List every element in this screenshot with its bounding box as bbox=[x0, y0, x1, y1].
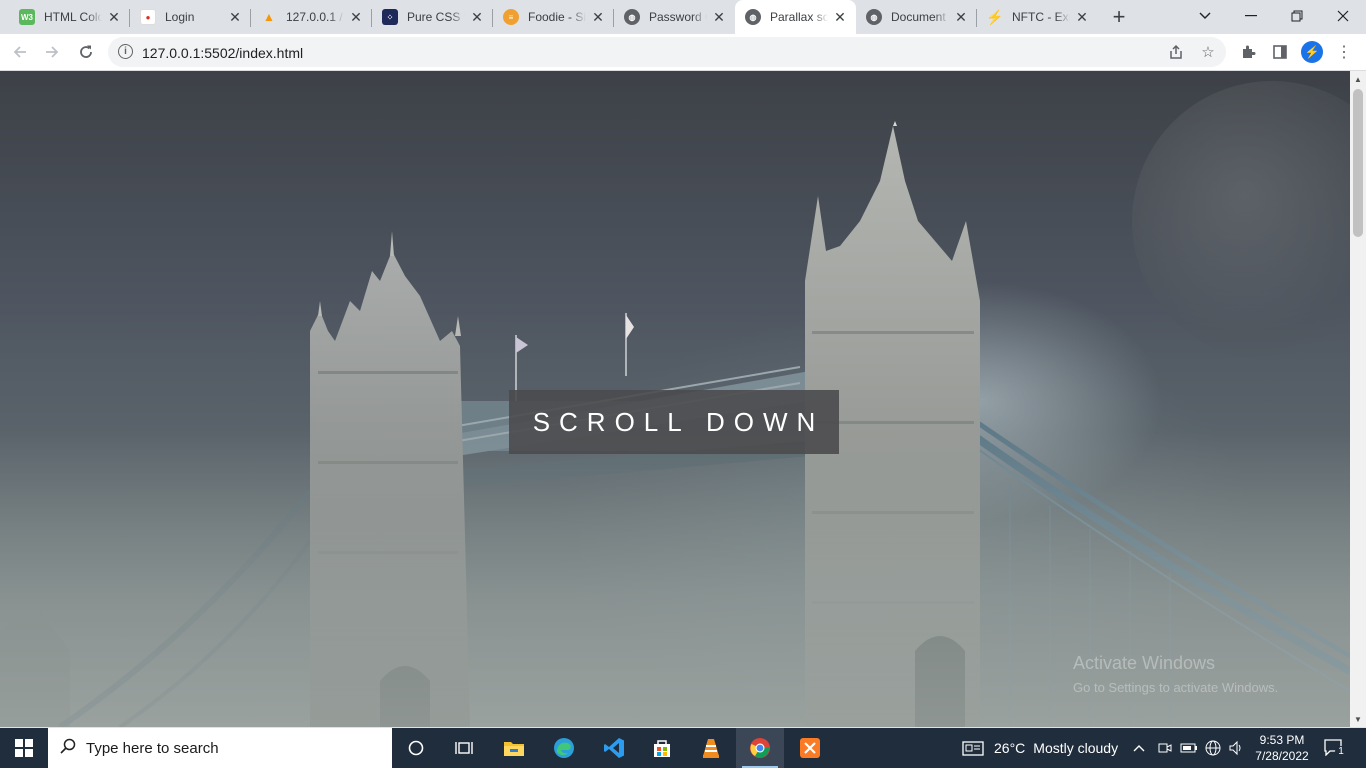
w3-icon: W3 bbox=[19, 9, 35, 25]
browser-toolbar: i 127.0.0.1:5502/index.html ☆ ⚡ ⋮ bbox=[0, 34, 1366, 71]
battery-icon[interactable] bbox=[1180, 728, 1198, 768]
tab-login[interactable]: ● Login ✕ bbox=[130, 0, 251, 34]
close-icon[interactable]: ✕ bbox=[953, 9, 969, 25]
phpmyadmin-icon: ▲ bbox=[263, 10, 275, 24]
edge-icon[interactable] bbox=[540, 728, 588, 768]
page-scrollbar[interactable]: ▲ ▼ bbox=[1350, 71, 1366, 727]
windows-start-icon[interactable] bbox=[0, 728, 48, 768]
taskbar-search-input[interactable]: Type here to search bbox=[48, 728, 392, 768]
close-icon[interactable]: ✕ bbox=[348, 9, 364, 25]
globe-icon: ◍ bbox=[866, 9, 882, 25]
site-info-icon[interactable]: i bbox=[118, 44, 133, 59]
back-icon[interactable] bbox=[6, 38, 34, 66]
close-icon[interactable]: ✕ bbox=[1074, 9, 1090, 25]
tab-label: Document bbox=[891, 10, 946, 24]
tab-label: Pure CSS footer bbox=[407, 10, 465, 24]
forward-icon[interactable] bbox=[38, 38, 66, 66]
close-icon[interactable]: ✕ bbox=[227, 9, 243, 25]
xampp-icon[interactable] bbox=[786, 728, 834, 768]
meet-now-icon[interactable] bbox=[1158, 728, 1172, 768]
globe-icon: ◍ bbox=[624, 9, 640, 25]
store-icon[interactable] bbox=[638, 728, 686, 768]
scroll-down-arrow-icon[interactable]: ▼ bbox=[1350, 711, 1366, 727]
notification-count: 1 bbox=[1335, 746, 1347, 758]
tab-label: Foodie - Sign In bbox=[528, 10, 586, 24]
tab-foodie[interactable]: ≡ Foodie - Sign In ✕ bbox=[493, 0, 614, 34]
bookmark-star-icon[interactable]: ☆ bbox=[1198, 42, 1218, 62]
vlc-icon[interactable] bbox=[687, 728, 735, 768]
network-globe-icon[interactable] bbox=[1205, 728, 1221, 768]
search-placeholder: Type here to search bbox=[86, 739, 219, 757]
file-explorer-icon[interactable] bbox=[490, 728, 538, 768]
page-viewport: SCROLL DOWN Activate Windows Go to Setti… bbox=[0, 71, 1350, 727]
tab-label: Parallax scrolling bbox=[770, 10, 828, 24]
new-tab-button[interactable]: + bbox=[1106, 4, 1132, 29]
tab-pure-css[interactable]: ⁘ Pure CSS footer ✕ bbox=[372, 0, 493, 34]
tab-document[interactable]: ◍ Document ✕ bbox=[856, 0, 977, 34]
weather-text: Mostly cloudy bbox=[1033, 740, 1119, 756]
cortana-icon[interactable] bbox=[392, 728, 440, 768]
close-window-icon[interactable] bbox=[1320, 0, 1366, 32]
banner-text: SCROLL DOWN bbox=[532, 406, 825, 437]
share-icon[interactable] bbox=[1166, 42, 1186, 62]
news-icon bbox=[962, 741, 984, 756]
profile-avatar[interactable]: ⚡ bbox=[1301, 41, 1323, 63]
task-view-icon[interactable] bbox=[440, 728, 488, 768]
tab-label: Login bbox=[165, 10, 195, 24]
close-icon[interactable]: ✕ bbox=[590, 9, 606, 25]
pin-icon: ● bbox=[140, 9, 156, 25]
close-icon[interactable]: ✕ bbox=[106, 9, 122, 25]
tab-label: NFTC - Explore bbox=[1012, 10, 1070, 24]
scroll-up-arrow-icon[interactable]: ▲ bbox=[1350, 71, 1366, 87]
activate-windows-watermark: Activate Windows Go to Settings to activ… bbox=[1073, 653, 1278, 695]
extensions-icon[interactable] bbox=[1237, 41, 1259, 63]
tab-nftc[interactable]: ⚡ NFTC - Explore ✕ bbox=[977, 0, 1098, 34]
tab-parallax[interactable]: ◍ Parallax scrolling ✕ bbox=[735, 0, 856, 34]
codepen-icon: ⁘ bbox=[382, 9, 398, 25]
windows-taskbar: Type here to search 26°C Mostly cloudy 9… bbox=[0, 728, 1366, 768]
notifications-icon[interactable]: 1 bbox=[1324, 738, 1347, 758]
tab-search-icon[interactable] bbox=[1182, 0, 1228, 32]
weather-widget[interactable]: 26°C Mostly cloudy bbox=[962, 728, 1118, 768]
minimize-icon[interactable] bbox=[1228, 0, 1274, 32]
vscode-icon[interactable] bbox=[590, 728, 638, 768]
chrome-icon[interactable] bbox=[736, 728, 784, 768]
close-icon[interactable]: ✕ bbox=[711, 9, 727, 25]
tab-label: 127.0.0.1 / localhost bbox=[286, 10, 344, 24]
url-text[interactable]: 127.0.0.1:5502/index.html bbox=[142, 45, 303, 61]
weather-temp: 26°C bbox=[994, 740, 1026, 756]
burger-icon: ≡ bbox=[503, 9, 519, 25]
system-clock[interactable]: 9:53 PM 7/28/2022 bbox=[1242, 732, 1322, 764]
menu-kebab-icon[interactable]: ⋮ bbox=[1333, 41, 1355, 63]
restore-icon[interactable] bbox=[1274, 0, 1320, 32]
reload-icon[interactable] bbox=[72, 38, 100, 66]
clock-date: 7/28/2022 bbox=[1255, 749, 1309, 763]
nftc-icon: ⚡ bbox=[986, 8, 1004, 25]
clock-time: 9:53 PM bbox=[1259, 733, 1305, 747]
tab-password[interactable]: ◍ Password Generator ✕ bbox=[614, 0, 735, 34]
scrollbar-thumb[interactable] bbox=[1353, 89, 1363, 237]
tab-label: HTML Color Codes bbox=[44, 10, 102, 24]
tab-strip: W3 HTML Color Codes ✕ ● Login ✕ ▲ 127.0.… bbox=[0, 0, 1366, 34]
close-icon[interactable]: ✕ bbox=[469, 9, 485, 25]
close-icon[interactable]: ✕ bbox=[832, 9, 848, 25]
tab-phpmyadmin[interactable]: ▲ 127.0.0.1 / localhost ✕ bbox=[251, 0, 372, 34]
globe-icon: ◍ bbox=[745, 9, 761, 25]
show-hidden-icons-icon[interactable] bbox=[1133, 728, 1145, 768]
watermark-title: Activate Windows bbox=[1073, 653, 1216, 673]
tab-html-color-codes[interactable]: W3 HTML Color Codes ✕ bbox=[9, 0, 130, 34]
address-bar[interactable]: i 127.0.0.1:5502/index.html ☆ bbox=[108, 37, 1226, 67]
watermark-subtitle: Go to Settings to activate Windows. bbox=[1073, 680, 1279, 695]
search-icon bbox=[60, 738, 76, 759]
tab-label: Password Generator bbox=[649, 10, 707, 24]
side-panel-icon[interactable] bbox=[1269, 41, 1291, 63]
scroll-down-banner: SCROLL DOWN bbox=[509, 390, 839, 454]
